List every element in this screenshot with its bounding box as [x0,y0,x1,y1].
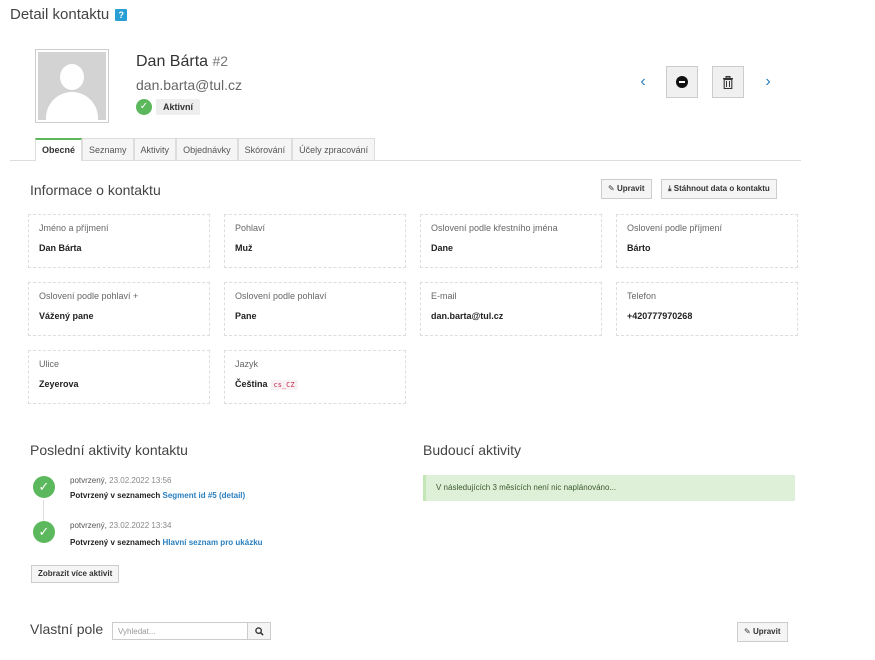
future-info-alert: V následujících 3 měsících není nic napl… [423,475,795,501]
field-label: Jazyk [235,359,259,369]
field-value: Bárto [627,243,651,253]
field-gender-salutation: Oslovení podle pohlaví Pane [224,282,406,336]
field-label: Ulice [39,359,60,369]
field-surname-salutation: Oslovení podle příjmení Bárto [616,214,798,268]
download-data-button[interactable]: ⤓ Stáhnout data o kontaktu [661,179,777,199]
field-label: Oslovení podle příjmení [627,223,723,233]
edit-custom-fields-button[interactable]: ✎ Upravit [737,622,788,642]
download-icon: ⤓ [668,184,672,193]
search-button[interactable] [247,622,271,640]
trash-icon [723,75,733,89]
field-value: Čeština cs_CZ [235,379,395,390]
language-code: cs_CZ [270,380,298,390]
edit-custom-fields-label: Upravit [752,627,781,636]
activity-text: Potvrzený v seznamech Hlavní seznam pro … [70,538,263,547]
field-value: Zeyerova [39,379,79,389]
edit-info-label: Upravit [616,184,645,193]
download-data-label: Stáhnout data o kontaktu [673,184,770,193]
activity-description: Potvrzený v seznamech [70,491,161,500]
field-street: Ulice Zeyerova [28,350,210,404]
next-contact-button[interactable]: › [761,73,775,91]
field-gender: Pohlaví Muž [224,214,406,268]
edit-info-button[interactable]: ✎ Upravit [601,179,652,199]
field-value: Vážený pane [39,311,94,321]
page-title: Detail kontaktu ? [10,6,128,23]
minus-circle-icon [676,76,688,88]
activity-meta: potvrzený, 23.02.2022 13:56 [70,476,171,485]
delete-button[interactable] [712,66,744,98]
tab-bar: Obecné Seznamy Aktivity Objednávky Skóro… [10,138,801,161]
tab-purposes[interactable]: Účely zpracování [292,138,376,160]
contact-name: Dan Bárta #2 [136,53,228,71]
prev-contact-button[interactable]: ‹ [636,73,650,91]
field-label: Telefon [627,291,657,301]
field-language: Jazyk Čeština cs_CZ [224,350,406,404]
tab-orders[interactable]: Objednávky [176,138,238,160]
activity-description: Potvrzený v seznamech [70,538,161,547]
custom-fields-search-input[interactable] [112,622,248,640]
help-icon[interactable]: ? [115,8,128,21]
timeline-line [43,500,44,522]
page-title-text: Detail kontaktu [10,6,110,23]
tab-scoring[interactable]: Skórování [237,138,293,160]
show-more-activities-button[interactable]: Zobrazit více aktivit [31,565,120,583]
field-gender-salutation-plus: Oslovení podle pohlaví + Vážený pane [28,282,210,336]
pencil-icon: ✎ [608,184,615,193]
field-first-name-salutation: Oslovení podle křestního jména Dane [420,214,602,268]
contact-name-text: Dan Bárta [136,53,209,70]
field-full-name: Jméno a příjmení Dan Bárta [28,214,210,268]
custom-fields-title: Vlastní pole [30,621,104,637]
pencil-icon: ✎ [744,627,751,636]
field-label: Oslovení podle křestního jména [431,223,558,233]
field-value: Pane [235,311,257,321]
activity-meta: potvrzený, 23.02.2022 13:34 [70,521,171,530]
future-section-title: Budoucí aktivity [423,442,522,458]
status-badge: Aktivní [156,99,201,115]
field-value: Dan Bárta [39,243,82,253]
deactivate-button[interactable] [666,66,698,98]
language-name: Čeština [235,379,268,389]
activity-status: potvrzený, [70,476,107,485]
field-label: Pohlaví [235,223,266,233]
activity-link[interactable]: Segment id #5 (detail) [163,491,246,500]
field-email: E-mail dan.barta@tul.cz [420,282,602,336]
activity-link[interactable]: Hlavní seznam pro ukázku [163,538,263,547]
field-phone: Telefon +420777970268 [616,282,798,336]
check-icon: ✓ [136,99,152,115]
search-icon [254,626,264,636]
contact-email: dan.barta@tul.cz [136,77,243,93]
activities-section-title: Poslední aktivity kontaktu [30,442,188,458]
field-value: dan.barta@tul.cz [431,311,504,321]
avatar-placeholder-icon [38,52,106,120]
tab-lists[interactable]: Seznamy [82,138,134,160]
field-label: Oslovení podle pohlaví [235,291,327,301]
check-icon: ✓ [33,476,55,498]
field-label: Jméno a příjmení [39,223,109,233]
activity-date: 23.02.2022 13:56 [109,476,172,485]
status: ✓ Aktivní [136,99,201,115]
field-value: Dane [431,243,454,253]
field-value: +420777970268 [627,311,693,321]
field-label: E-mail [431,291,457,301]
info-section-title: Informace o kontaktu [30,182,161,198]
activity-date: 23.02.2022 13:34 [109,521,172,530]
tab-activities[interactable]: Aktivity [133,138,177,160]
activity-status: potvrzený, [70,521,107,530]
tab-general[interactable]: Obecné [35,138,83,161]
avatar [35,49,109,123]
activity-text: Potvrzený v seznamech Segment id #5 (det… [70,491,245,500]
contact-id: #2 [212,53,229,69]
field-value: Muž [235,243,253,253]
check-icon: ✓ [33,521,55,543]
field-label: Oslovení podle pohlaví + [39,291,139,301]
